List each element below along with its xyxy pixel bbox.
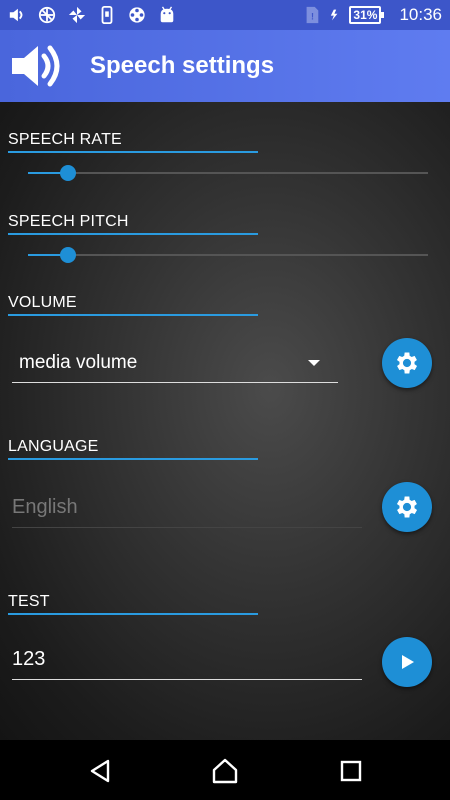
gear-icon — [396, 352, 418, 374]
phone-icon — [101, 6, 113, 24]
dropdown-caret-icon — [308, 360, 320, 366]
back-icon[interactable] — [88, 758, 114, 784]
slider-thumb[interactable] — [60, 165, 76, 181]
language-placeholder: English — [12, 496, 78, 518]
language-field: English — [12, 488, 362, 528]
volume-settings-button[interactable] — [382, 338, 432, 388]
speaker-icon — [12, 45, 60, 87]
android-icon — [160, 6, 174, 23]
app-bar: Speech settings — [0, 30, 450, 102]
gear-icon — [396, 496, 418, 518]
page-title: Speech settings — [90, 52, 275, 79]
speech-pitch-slider[interactable] — [28, 247, 428, 263]
speech-rate-label: SPEECH RATE — [8, 131, 258, 153]
language-settings-button[interactable] — [382, 482, 432, 532]
film-reel-icon — [129, 7, 145, 23]
charging-icon — [331, 9, 338, 21]
slider-track — [28, 254, 428, 256]
wheel-icon — [38, 6, 56, 24]
battery-indicator: 31% — [349, 6, 385, 24]
play-icon — [402, 655, 414, 669]
svg-text:!: ! — [311, 12, 314, 22]
volume-selected-value: media volume — [19, 351, 138, 373]
speech-pitch-label: SPEECH PITCH — [8, 213, 258, 235]
recents-icon[interactable] — [338, 758, 364, 784]
language-label: LANGUAGE — [8, 438, 258, 460]
status-system: ! 31% 10:36 — [303, 5, 442, 25]
volume-icon — [9, 8, 23, 22]
status-bar: ! 31% 10:36 — [0, 0, 450, 30]
speech-rate-slider[interactable] — [28, 165, 428, 181]
home-icon[interactable] — [212, 758, 238, 784]
navigation-bar — [0, 740, 450, 800]
volume-dropdown[interactable]: media volume — [12, 343, 338, 383]
slider-thumb[interactable] — [60, 247, 76, 263]
volume-label: VOLUME — [8, 294, 258, 316]
test-label: TEST — [8, 593, 258, 615]
status-notifications — [8, 6, 176, 24]
slider-track — [28, 172, 428, 174]
sim-card-icon: ! — [307, 6, 319, 24]
play-test-button[interactable] — [382, 637, 432, 687]
test-input[interactable] — [12, 648, 362, 671]
test-text-field[interactable] — [12, 640, 362, 680]
settings-content: SPEECH RATE SPEECH PITCH VOLUME media vo… — [0, 102, 450, 740]
pinwheel-icon — [68, 6, 86, 24]
status-time: 10:36 — [399, 5, 442, 24]
